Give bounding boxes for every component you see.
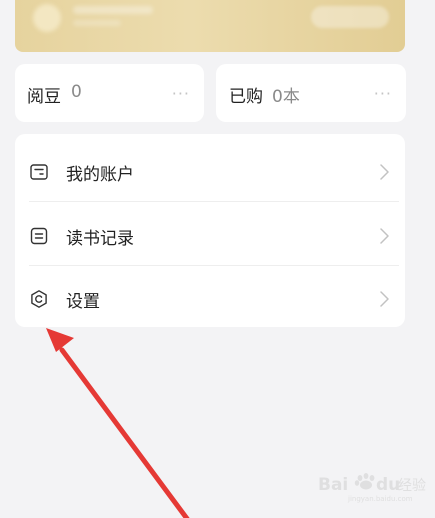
purchased-label: 已购 [229,87,263,107]
member-action-button[interactable] [311,6,389,28]
chevron-right-icon [380,228,389,244]
menu-item-settings[interactable]: 设置 [15,267,405,331]
purchased-value: 0本 [272,87,300,107]
wallet-icon [30,164,48,180]
beans-value: 0 [71,82,82,102]
svg-text:Bai: Bai [318,475,348,495]
member-title-blur [73,6,153,14]
svg-text:经验: 经验 [398,478,426,494]
menu-divider [29,201,399,202]
member-avatar [33,4,61,32]
svg-text:jingyan.baidu.com: jingyan.baidu.com [347,495,413,503]
member-banner[interactable] [15,0,405,52]
menu-label-settings: 设置 [66,292,100,312]
profile-page: 阅豆 0 ··· 已购 0本 ··· 我的账户 读书记录 设置 Bai du 经… [0,0,435,518]
member-subtitle-blur [73,20,121,26]
chevron-right-icon [380,291,389,307]
beans-label: 阅豆 [27,87,61,107]
settings-icon [31,290,47,308]
purchased-more-icon[interactable]: ··· [374,84,392,103]
reading-record-icon [30,227,48,245]
menu-list: 我的账户 读书记录 设置 [15,134,405,327]
purchased-card[interactable]: 已购 0本 ··· [216,64,406,122]
menu-label-my-account: 我的账户 [66,165,134,185]
menu-divider [29,265,399,266]
chevron-right-icon [380,164,389,180]
menu-item-my-account[interactable]: 我的账户 [15,140,405,204]
svg-text:du: du [376,475,400,495]
menu-item-reading-record[interactable]: 读书记录 [15,204,405,268]
beans-card[interactable]: 阅豆 0 ··· [15,64,204,122]
menu-label-reading-record: 读书记录 [66,229,134,249]
baidu-watermark: Bai du 经验 jingyan.baidu.com [318,473,426,503]
beans-more-icon[interactable]: ··· [172,84,190,103]
